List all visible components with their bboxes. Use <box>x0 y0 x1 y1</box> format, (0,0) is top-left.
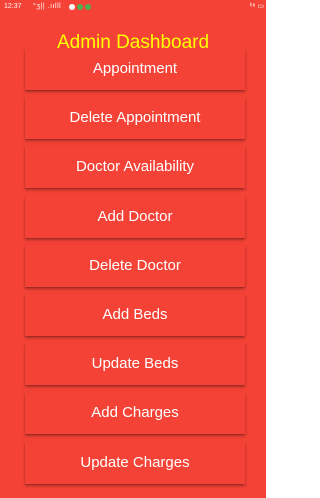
add-beds-button[interactable]: Add Beds <box>25 294 245 336</box>
message-notification-icon <box>85 4 91 10</box>
delete-appointment-button[interactable]: Delete Appointment <box>25 97 245 139</box>
notification-icon <box>69 4 75 10</box>
update-beds-button[interactable]: Update Beds <box>25 343 245 385</box>
app-notification-icon <box>77 4 83 10</box>
app-screen: 12:37 °ʒ|| .ıılll ʰ⁸ ▭ Admin Dashboard A… <box>0 0 266 498</box>
delete-doctor-button[interactable]: Delete Doctor <box>25 245 245 287</box>
doctor-availability-button[interactable]: Doctor Availability <box>25 146 245 188</box>
update-charges-button[interactable]: Update Charges <box>25 442 245 484</box>
battery-icon: ʰ⁸ ▭ <box>249 3 264 10</box>
network-signal-icon: °ʒ|| .ıılll <box>33 3 62 10</box>
appointment-button[interactable]: Appointment <box>25 48 245 90</box>
status-bar: 12:37 °ʒ|| .ıılll ʰ⁸ ▭ <box>0 0 266 14</box>
add-doctor-button[interactable]: Add Doctor <box>25 196 245 238</box>
add-charges-button[interactable]: Add Charges <box>25 392 245 434</box>
status-time: 12:37 <box>4 3 22 10</box>
